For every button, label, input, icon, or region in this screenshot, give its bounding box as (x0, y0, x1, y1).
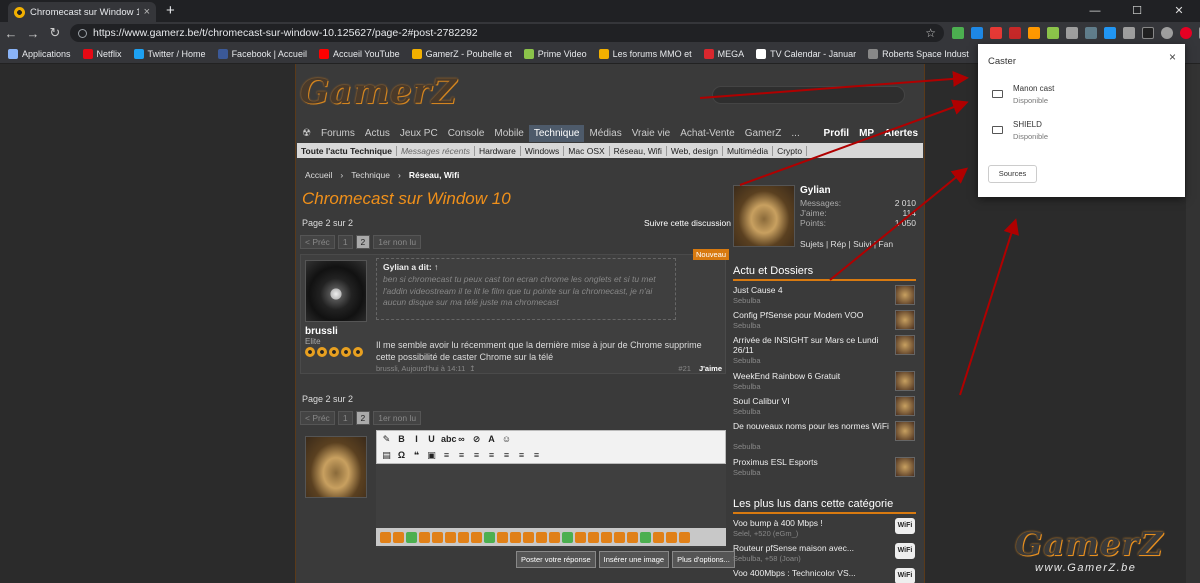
sources-button[interactable]: Sources (988, 165, 1037, 183)
news-thumbnail[interactable] (895, 371, 915, 391)
watermark-logo: GamerZ (1015, 525, 1164, 563)
news-item-author[interactable]: Sebulba (733, 321, 761, 330)
most-read-meta: Sebulba, +58 (Joan) (733, 554, 801, 563)
wifi-icon[interactable]: WiFi (895, 518, 915, 534)
monitor-icon (992, 126, 1003, 134)
news-item-title[interactable]: Config PfSense pour Modem VOO (733, 310, 893, 320)
monitor-icon (992, 90, 1003, 98)
news-item-title[interactable]: De nouveaux noms pour les normes WiFi (733, 421, 893, 431)
most-read-title[interactable]: Voo 400Mbps : Technicolor VS... (733, 568, 893, 578)
news-thumbnail[interactable] (895, 396, 915, 416)
red-arrow (959, 218, 1019, 396)
most-read-meta: Selel, +520 (eGm_) (733, 529, 799, 538)
news-item-author[interactable]: Sebulba (733, 468, 761, 477)
news-item-author[interactable]: Sebulba (733, 442, 761, 451)
news-item-title[interactable]: Soul Calibur VI (733, 396, 893, 406)
close-icon[interactable]: × (1169, 50, 1176, 64)
device-name: Manon cast (1013, 84, 1055, 93)
most-read-title[interactable]: Voo bump à 400 Mbps ! (733, 518, 893, 528)
red-arrow (739, 99, 969, 186)
cast-device[interactable]: Manon cast Disponible (992, 84, 1054, 105)
news-thumbnail[interactable] (895, 421, 915, 441)
cast-dialog: Caster × Manon cast Disponible SHIELD Disp… (978, 44, 1185, 197)
news-thumbnail[interactable] (895, 310, 915, 330)
cast-title: Caster (988, 56, 1016, 67)
device-status: Disponible (1013, 132, 1049, 141)
most-read-title[interactable]: Routeur pfSense maison avec... (733, 543, 893, 553)
news-item-title[interactable]: Arrivée de INSIGHT sur Mars ce Lundi 26/… (733, 335, 893, 355)
news-item-author[interactable]: Sebulba (733, 407, 761, 416)
wifi-icon[interactable]: WiFi (895, 543, 915, 559)
news-item-author[interactable]: Sebulba (733, 356, 761, 365)
device-status: Disponible (1013, 96, 1049, 105)
news-item-title[interactable]: Just Cause 4 (733, 285, 893, 295)
red-arrow (829, 167, 969, 281)
news-item-author[interactable]: Sebulba (733, 382, 761, 391)
news-thumbnail[interactable] (895, 457, 915, 477)
red-arrow (699, 70, 969, 99)
news-item-title[interactable]: WeekEnd Rainbow 6 Gratuit (733, 371, 893, 381)
news-thumbnail[interactable] (895, 335, 915, 355)
watermark-url: www.GamerZ.be (1035, 562, 1137, 574)
news-item-author[interactable]: Sebulba (733, 296, 761, 305)
wifi-icon[interactable]: WiFi (895, 568, 915, 583)
news-thumbnail[interactable] (895, 285, 915, 305)
news-item-title[interactable]: Proximus ESL Esports (733, 457, 893, 467)
cast-device[interactable]: SHIELD Disponible (992, 120, 1048, 141)
device-name: SHIELD (1013, 120, 1042, 129)
